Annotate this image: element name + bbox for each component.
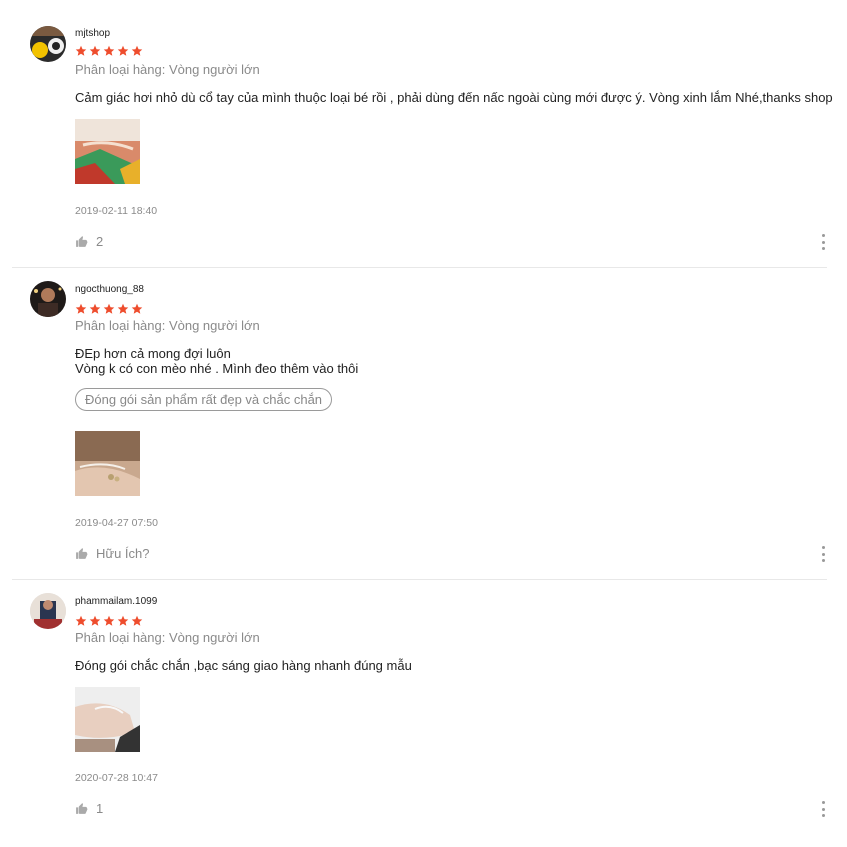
review-photo[interactable] — [75, 119, 140, 184]
review-timestamp: 2019-04-27 07:50 — [75, 517, 158, 529]
like-count: 1 — [96, 801, 104, 816]
review-photo[interactable] — [75, 687, 140, 752]
review-item: ngocthuong_88 Phân loại hàng: Vòng người… — [12, 267, 827, 580]
dot — [821, 801, 825, 804]
more-options-button[interactable] — [819, 546, 827, 562]
rating-stars — [75, 615, 143, 627]
comment-line: Cảm giác hơi nhỏ dù cổ tay của mình thuộ… — [75, 90, 833, 105]
rating-stars — [75, 303, 143, 315]
review-item: mjtshop Phân loại hàng: Vòng người lớn C… — [12, 0, 833, 268]
star-icon — [131, 45, 143, 56]
star-icon — [89, 45, 101, 56]
star-icon — [117, 45, 129, 56]
dot — [821, 240, 825, 244]
like-button[interactable]: Hữu Ích? — [75, 546, 150, 561]
star-icon — [75, 615, 87, 626]
review-item: phammailam.1099 Phân loại hàng: Vòng ngư… — [12, 579, 827, 847]
dot — [821, 247, 825, 250]
comment-line: Vòng k có con mèo nhé . Mình đeo thêm và… — [75, 361, 359, 376]
like-count: 2 — [96, 234, 104, 249]
dot — [821, 807, 825, 811]
star-icon — [103, 45, 115, 56]
review-comment: Cảm giác hơi nhỏ dù cổ tay của mình thuộ… — [75, 90, 833, 105]
like-button[interactable]: 1 — [75, 801, 103, 816]
star-icon — [131, 615, 143, 626]
product-variation: Phân loại hàng: Vòng người lớn — [75, 630, 260, 645]
review-tag: Đóng gói sản phẩm rất đẹp và chắc chắn — [75, 388, 333, 411]
star-icon — [103, 615, 115, 626]
avatar[interactable] — [30, 593, 66, 629]
thumbs-up-icon — [76, 236, 88, 247]
dot — [821, 552, 825, 556]
review-photo[interactable] — [75, 431, 140, 496]
thumbs-up-icon — [76, 803, 88, 814]
dot — [821, 559, 825, 562]
thumbs-up-icon — [76, 548, 88, 559]
dot — [821, 546, 825, 549]
helpful-label: Hữu Ích? — [96, 546, 150, 561]
username[interactable]: ngocthuong_88 — [75, 284, 144, 295]
star-icon — [89, 303, 101, 314]
star-icon — [117, 303, 129, 314]
star-icon — [75, 45, 87, 56]
review-comment: ĐEp hơn cả mong đợi luôn Vòng k có con m… — [75, 346, 358, 376]
like-button[interactable]: 2 — [75, 234, 103, 249]
username[interactable]: mjtshop — [75, 28, 110, 39]
star-icon — [131, 303, 143, 314]
review-comment: Đóng gói chắc chắn ,bạc sáng giao hàng n… — [75, 658, 412, 673]
star-icon — [117, 615, 129, 626]
star-icon — [75, 303, 87, 314]
more-options-button[interactable] — [819, 234, 827, 250]
dot — [821, 234, 825, 237]
review-timestamp: 2020-07-28 10:47 — [75, 772, 158, 784]
star-icon — [103, 303, 115, 314]
more-options-button[interactable] — [819, 801, 827, 817]
review-timestamp: 2019-02-11 18:40 — [75, 205, 158, 217]
product-variation: Phân loại hàng: Vòng người lớn — [75, 318, 260, 333]
avatar[interactable] — [30, 281, 66, 317]
avatar[interactable] — [30, 26, 66, 62]
comment-line: Đóng gói chắc chắn ,bạc sáng giao hàng n… — [75, 658, 412, 673]
star-icon — [89, 615, 101, 626]
comment-line: ĐEp hơn cả mong đợi luôn — [75, 346, 231, 361]
rating-stars — [75, 45, 143, 57]
product-variation: Phân loại hàng: Vòng người lớn — [75, 62, 260, 77]
dot — [821, 814, 825, 817]
username[interactable]: phammailam.1099 — [75, 596, 157, 607]
